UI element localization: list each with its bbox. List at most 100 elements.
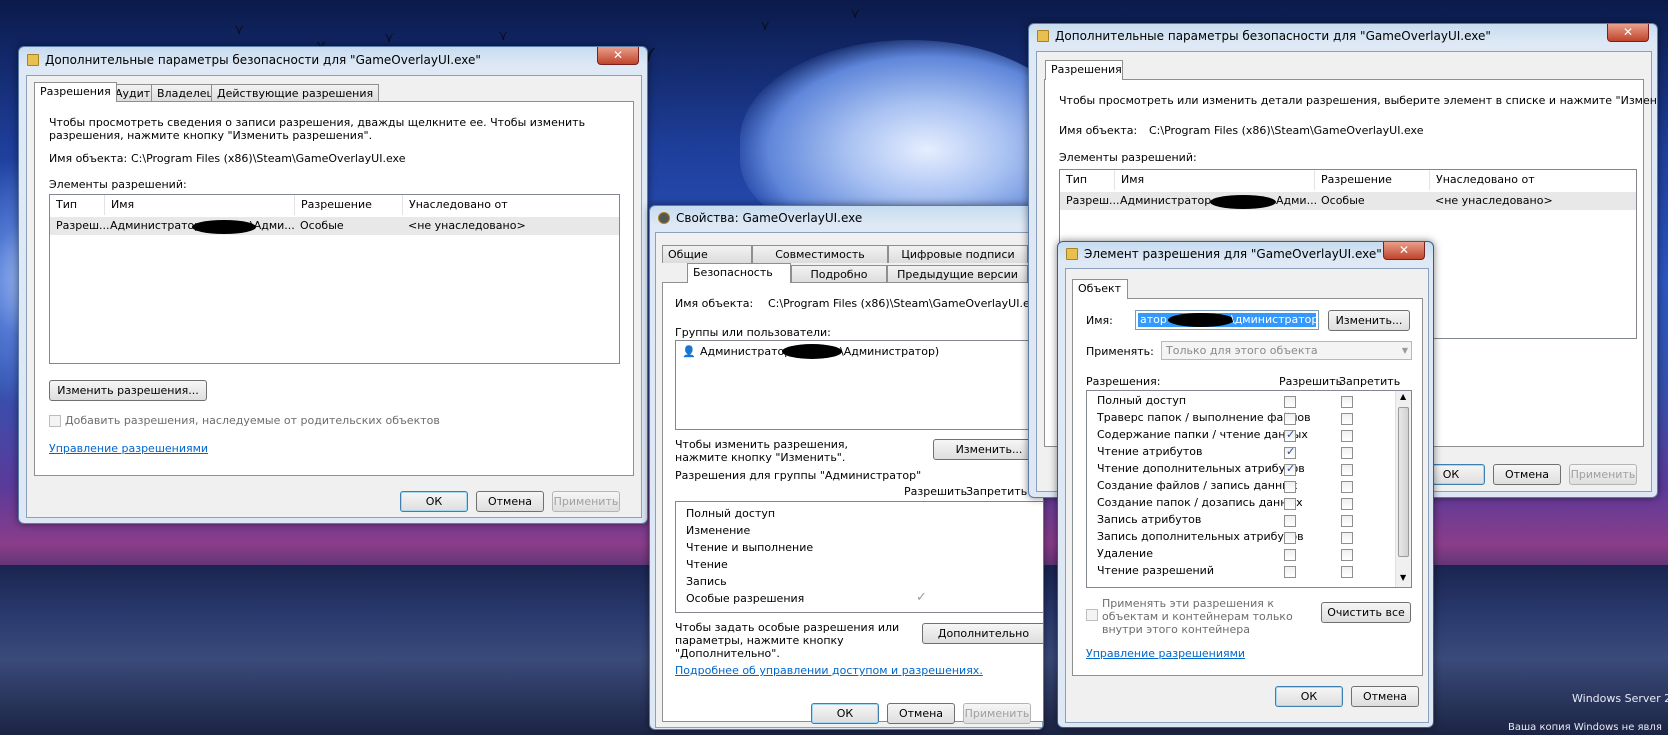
deny-checkbox[interactable]	[1341, 566, 1353, 578]
tab-panel: Имя: атор \дминистратор) Изменить... При…	[1072, 298, 1423, 676]
row-name-suffix: Адми...	[1276, 194, 1318, 207]
column-header-type[interactable]: Тип	[1060, 170, 1115, 190]
apply-inside-container-checkbox[interactable]	[1086, 609, 1098, 621]
redaction-scribble	[192, 220, 256, 234]
column-header-inherited[interactable]: Унаследовано от	[403, 195, 619, 215]
table-row[interactable]: Разреш... Администратор Адми... Особые <…	[1060, 192, 1636, 210]
permissions-label: Разрешения:	[1086, 375, 1161, 388]
chevron-up-icon[interactable]: ▲	[1400, 392, 1406, 401]
scrollbar[interactable]: ▲ ▼	[1395, 391, 1411, 587]
ok-button[interactable]: ОК	[811, 703, 879, 724]
deny-checkbox[interactable]	[1341, 430, 1353, 442]
tab-general[interactable]: Общие	[662, 245, 752, 263]
deny-checkbox[interactable]	[1341, 481, 1353, 493]
object-name-label: Имя объекта:	[675, 297, 754, 310]
column-header-name[interactable]: Имя	[1115, 170, 1315, 190]
column-header-permission[interactable]: Разрешение	[295, 195, 403, 215]
allow-checkbox[interactable]	[1284, 396, 1296, 408]
allow-checkbox[interactable]	[1284, 566, 1296, 578]
column-header-name[interactable]: Имя	[105, 195, 295, 215]
watermark-activation: Ваша копия Windows не явля	[1508, 722, 1662, 733]
title-bar[interactable]: Свойства: GameOverlayUI.exe	[650, 206, 1043, 230]
tab-panel: Имя объекта: C:\Program Files (x86)\Stea…	[662, 282, 1043, 722]
inherit-checkbox[interactable]	[49, 415, 61, 427]
deny-checkbox[interactable]	[1341, 464, 1353, 476]
permission-row-label: Траверс папок / выполнение файлов	[1097, 411, 1311, 424]
allow-checkbox[interactable]	[1284, 532, 1296, 544]
advanced-button[interactable]: Дополнительно	[922, 623, 1043, 644]
ok-button[interactable]: ОК	[1275, 686, 1343, 707]
tab-details[interactable]: Подробно	[791, 265, 887, 283]
deny-header: Запретить	[1339, 375, 1401, 388]
permission-row-label: Полный доступ	[1097, 394, 1187, 407]
permission-entries-list[interactable]: Тип Имя Разрешение Унаследовано от Разре…	[49, 194, 620, 364]
allow-checkbox[interactable]	[1284, 413, 1296, 425]
list-item: Изменение	[686, 524, 751, 537]
groups-list[interactable]: 👤 Администратор ( \Администратор)	[675, 340, 1043, 430]
deny-checkbox[interactable]	[1341, 396, 1353, 408]
tab-permissions[interactable]: Разрешения	[1045, 60, 1123, 80]
clear-all-button[interactable]: Очистить все	[1321, 602, 1411, 623]
cancel-button[interactable]: Отмена	[887, 703, 955, 724]
redaction-scribble	[1210, 195, 1276, 209]
tab-security[interactable]: Безопасность	[687, 263, 791, 283]
title-bar[interactable]: Элемент разрешения для "GameOverlayUI.ex…	[1058, 242, 1433, 266]
permissions-list[interactable]: Полный доступ Изменение Чтение и выполне…	[675, 501, 1043, 613]
scrollbar-thumb[interactable]	[1398, 407, 1409, 557]
tab-object[interactable]: Объект	[1072, 279, 1128, 299]
change-hint: Чтобы изменить разрешения, нажмите кнопк…	[675, 438, 849, 464]
tab-compatibility[interactable]: Совместимость	[752, 245, 888, 263]
apply-button[interactable]: Применить	[1569, 464, 1637, 485]
manage-permissions-link[interactable]: Управление разрешениями	[1086, 647, 1245, 660]
allow-checkbox[interactable]	[1284, 445, 1296, 459]
apply-button[interactable]: Применить	[552, 491, 620, 512]
check-icon: ✓	[916, 590, 927, 605]
cancel-button[interactable]: Отмена	[1351, 686, 1419, 707]
apply-button[interactable]: Применить	[963, 703, 1031, 724]
manage-permissions-link[interactable]: Управление разрешениями	[49, 442, 208, 455]
watermark-edition: Windows Server 2	[1572, 692, 1668, 705]
deny-checkbox[interactable]	[1341, 498, 1353, 510]
allow-checkbox[interactable]	[1284, 462, 1296, 476]
change-button[interactable]: Изменить...	[1328, 310, 1410, 331]
deny-checkbox[interactable]	[1341, 549, 1353, 561]
name-field[interactable]: атор \дминистратор)	[1135, 310, 1323, 330]
change-permissions-button[interactable]: Изменить разрешения...	[49, 380, 207, 401]
allow-checkbox[interactable]	[1284, 515, 1296, 527]
client-area: Общие Совместимость Цифровые подписи Без…	[655, 232, 1043, 728]
permission-row-label: Чтение атрибутов	[1097, 445, 1203, 458]
row-permission: Особые	[300, 219, 344, 232]
tab-permissions[interactable]: Разрешения	[34, 82, 117, 102]
permissions-list[interactable]: Полный доступ Траверс папок / выполнение …	[1086, 390, 1412, 588]
ok-button[interactable]: ОК	[400, 491, 468, 512]
apply-to-select[interactable]: Только для этого объекта ▼	[1161, 341, 1412, 360]
tab-digital-signatures[interactable]: Цифровые подписи	[888, 245, 1028, 263]
allow-checkbox[interactable]	[1284, 428, 1296, 442]
deny-checkbox[interactable]	[1341, 532, 1353, 544]
column-header-permission[interactable]: Разрешение	[1315, 170, 1430, 190]
deny-checkbox[interactable]	[1341, 447, 1353, 459]
column-header-inherited[interactable]: Унаследовано от	[1430, 170, 1636, 190]
cancel-button[interactable]: Отмена	[476, 491, 544, 512]
tab-owner[interactable]: Владелец	[151, 84, 220, 102]
tab-effective-permissions[interactable]: Действующие разрешения	[211, 84, 380, 102]
cancel-button[interactable]: Отмена	[1493, 464, 1561, 485]
list-item: Полный доступ	[686, 507, 776, 520]
deny-checkbox[interactable]	[1341, 413, 1353, 425]
row-type: Разреш...	[56, 219, 110, 232]
tab-previous-versions[interactable]: Предыдущие версии	[887, 265, 1028, 283]
allow-checkbox[interactable]	[1284, 498, 1296, 510]
title-bar[interactable]: Дополнительные параметры безопасности дл…	[19, 47, 647, 73]
chevron-down-icon[interactable]: ▼	[1400, 573, 1406, 582]
allow-checkbox[interactable]	[1284, 549, 1296, 561]
access-control-help-link[interactable]: Подробнее об управлении доступом и разре…	[675, 664, 983, 677]
close-button[interactable]: ✕	[1383, 242, 1425, 260]
close-button[interactable]: ✕	[597, 47, 639, 65]
deny-checkbox[interactable]	[1341, 515, 1353, 527]
table-row[interactable]: Разреш... Администратор ( \Адми... Особы…	[50, 217, 619, 235]
column-header-type[interactable]: Тип	[50, 195, 105, 215]
title-bar[interactable]: Дополнительные параметры безопасности дл…	[1029, 24, 1657, 48]
close-button[interactable]: ✕	[1607, 24, 1649, 42]
allow-header: Разрешить	[1279, 375, 1343, 388]
allow-checkbox[interactable]	[1284, 481, 1296, 493]
